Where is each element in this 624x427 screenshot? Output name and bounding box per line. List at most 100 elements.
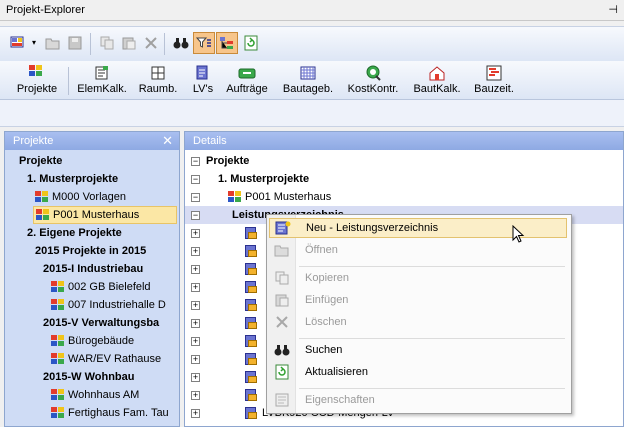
collapse-icon[interactable]: − — [191, 156, 200, 166]
collapse-icon[interactable]: − — [191, 192, 200, 202]
nav-auftraege[interactable]: Aufträge — [222, 63, 272, 97]
menu-item-delete[interactable]: Löschen — [269, 312, 567, 332]
menu-item-copy[interactable]: Kopieren — [269, 268, 567, 288]
tree-node[interactable]: Wohnhaus AM — [51, 386, 139, 404]
nav-lvs[interactable]: LV's — [188, 63, 218, 97]
tree-node[interactable]: 002 GB Bielefeld — [51, 278, 151, 296]
detail-row[interactable]: + — [191, 332, 262, 350]
tree-node[interactable]: 2015-I Industriebau — [43, 260, 143, 278]
menu-item-paste[interactable]: Einfügen — [269, 290, 567, 310]
detail-row[interactable]: + — [191, 386, 262, 404]
detail-row[interactable]: + — [191, 224, 262, 242]
binoculars-icon — [173, 38, 189, 49]
expand-icon[interactable]: + — [191, 300, 200, 310]
menu-item-properties[interactable]: Eigenschaften — [269, 390, 567, 410]
nav-raumb[interactable]: Raumb. — [136, 63, 180, 97]
tree-view-icon — [220, 37, 233, 49]
lv-icon — [244, 262, 258, 276]
search-button[interactable] — [170, 32, 192, 54]
project-icon — [51, 407, 64, 419]
copy-button[interactable] — [96, 32, 118, 54]
detail-row[interactable]: + — [191, 260, 262, 278]
diary-icon — [300, 66, 316, 80]
filter-button[interactable] — [193, 32, 215, 54]
expand-icon[interactable]: + — [191, 372, 200, 382]
expand-icon[interactable]: + — [191, 336, 200, 346]
detail-row[interactable]: + — [191, 278, 262, 296]
detail-row[interactable]: + — [191, 350, 262, 368]
close-icon[interactable]: ✕ — [162, 133, 173, 149]
expand-icon[interactable]: + — [191, 282, 200, 292]
menu-item-search[interactable]: Suchen — [269, 340, 567, 360]
refresh-button[interactable] — [240, 32, 262, 54]
delete-icon — [276, 316, 288, 328]
nav-label: Aufträge — [226, 83, 268, 95]
new-lv-icon — [275, 221, 291, 235]
open-button[interactable] — [42, 32, 64, 54]
lv-icon — [244, 226, 258, 240]
menu-item-refresh[interactable]: Aktualisieren — [269, 362, 567, 382]
tree-view-button[interactable] — [216, 32, 238, 54]
window-titlebar: Projekt-Explorer ⊣ — [0, 0, 624, 21]
detail-row[interactable]: + — [191, 242, 262, 260]
new-project-button[interactable] — [8, 32, 30, 54]
collapse-icon[interactable]: − — [191, 174, 200, 184]
lv-icon — [244, 280, 258, 294]
expand-icon[interactable]: + — [191, 264, 200, 274]
pin-icon[interactable]: ⊣ — [608, 3, 618, 16]
module-nav-bar: Projekte ElemKalk. Raumb. LV's Aufträge … — [0, 61, 624, 100]
save-button[interactable] — [64, 32, 86, 54]
copy-icon — [275, 271, 289, 285]
nav-kostkontr[interactable]: KostKontr. — [344, 63, 402, 97]
nav-elemkalk[interactable]: ElemKalk. — [74, 63, 130, 97]
nav-bautageb[interactable]: Bautageb. — [280, 63, 336, 97]
tree-node[interactable]: 2. Eigene Projekte — [27, 224, 122, 242]
chevron-down-icon[interactable]: ▾ — [32, 38, 36, 47]
nav-projekte[interactable]: Projekte — [12, 63, 62, 97]
collapse-icon[interactable]: − — [191, 210, 200, 220]
filter-icon — [196, 37, 211, 48]
expand-icon[interactable]: + — [191, 228, 200, 238]
detail-row[interactable]: + — [191, 368, 262, 386]
tree-node[interactable]: WAR/EV Rathause — [51, 350, 161, 368]
detail-row[interactable]: − Projekte — [191, 152, 249, 170]
tree-node[interactable]: M000 Vorlagen — [35, 188, 126, 206]
tree-node[interactable]: 007 Industriehalle D — [51, 296, 166, 314]
refresh-icon — [275, 364, 289, 380]
main-toolbar: ▾ — [0, 26, 624, 62]
detail-row[interactable]: + — [191, 296, 262, 314]
expand-icon[interactable]: + — [191, 354, 200, 364]
tree-node-selected[interactable]: P001 Musterhaus — [33, 206, 177, 224]
save-icon — [68, 36, 82, 50]
project-icon — [228, 191, 241, 203]
tree-node[interactable]: Bürogebäude — [51, 332, 134, 350]
detail-row[interactable]: − P001 Musterhaus — [191, 188, 331, 206]
expand-icon[interactable]: + — [191, 246, 200, 256]
detail-row[interactable]: + — [191, 314, 262, 332]
room-book-icon — [151, 66, 165, 80]
lv-icon — [196, 65, 208, 80]
refresh-icon — [244, 35, 258, 51]
tree-node[interactable]: 1. Musterprojekte — [27, 170, 118, 188]
cost-control-icon — [366, 65, 381, 81]
detail-row[interactable]: −1. Musterprojekte — [191, 170, 309, 188]
nav-bauzeit[interactable]: Bauzeit. — [470, 63, 518, 97]
expand-icon[interactable]: + — [191, 318, 200, 328]
projects-icon — [28, 65, 46, 81]
project-icon — [35, 191, 48, 203]
project-icon — [51, 299, 64, 311]
tree-node[interactable]: Projekte — [19, 152, 62, 170]
expand-icon[interactable]: + — [191, 408, 200, 418]
tree-node[interactable]: 2015-V Verwaltungsba — [43, 314, 159, 332]
tree-node[interactable]: Fertighaus Fam. Tau — [51, 404, 169, 422]
project-icon — [51, 353, 64, 365]
toolbar-spacer — [0, 100, 624, 127]
tree-node[interactable]: 2015-W Wohnbau — [43, 368, 134, 386]
paste-button[interactable] — [118, 32, 140, 54]
expand-icon[interactable]: + — [191, 390, 200, 400]
tree-node[interactable]: 2015 Projekte in 2015 — [35, 242, 146, 260]
nav-bautkalk[interactable]: BautKalk. — [408, 63, 466, 97]
delete-button[interactable] — [140, 32, 162, 54]
paste-icon — [122, 37, 136, 50]
window-title: Projekt-Explorer — [6, 4, 85, 16]
